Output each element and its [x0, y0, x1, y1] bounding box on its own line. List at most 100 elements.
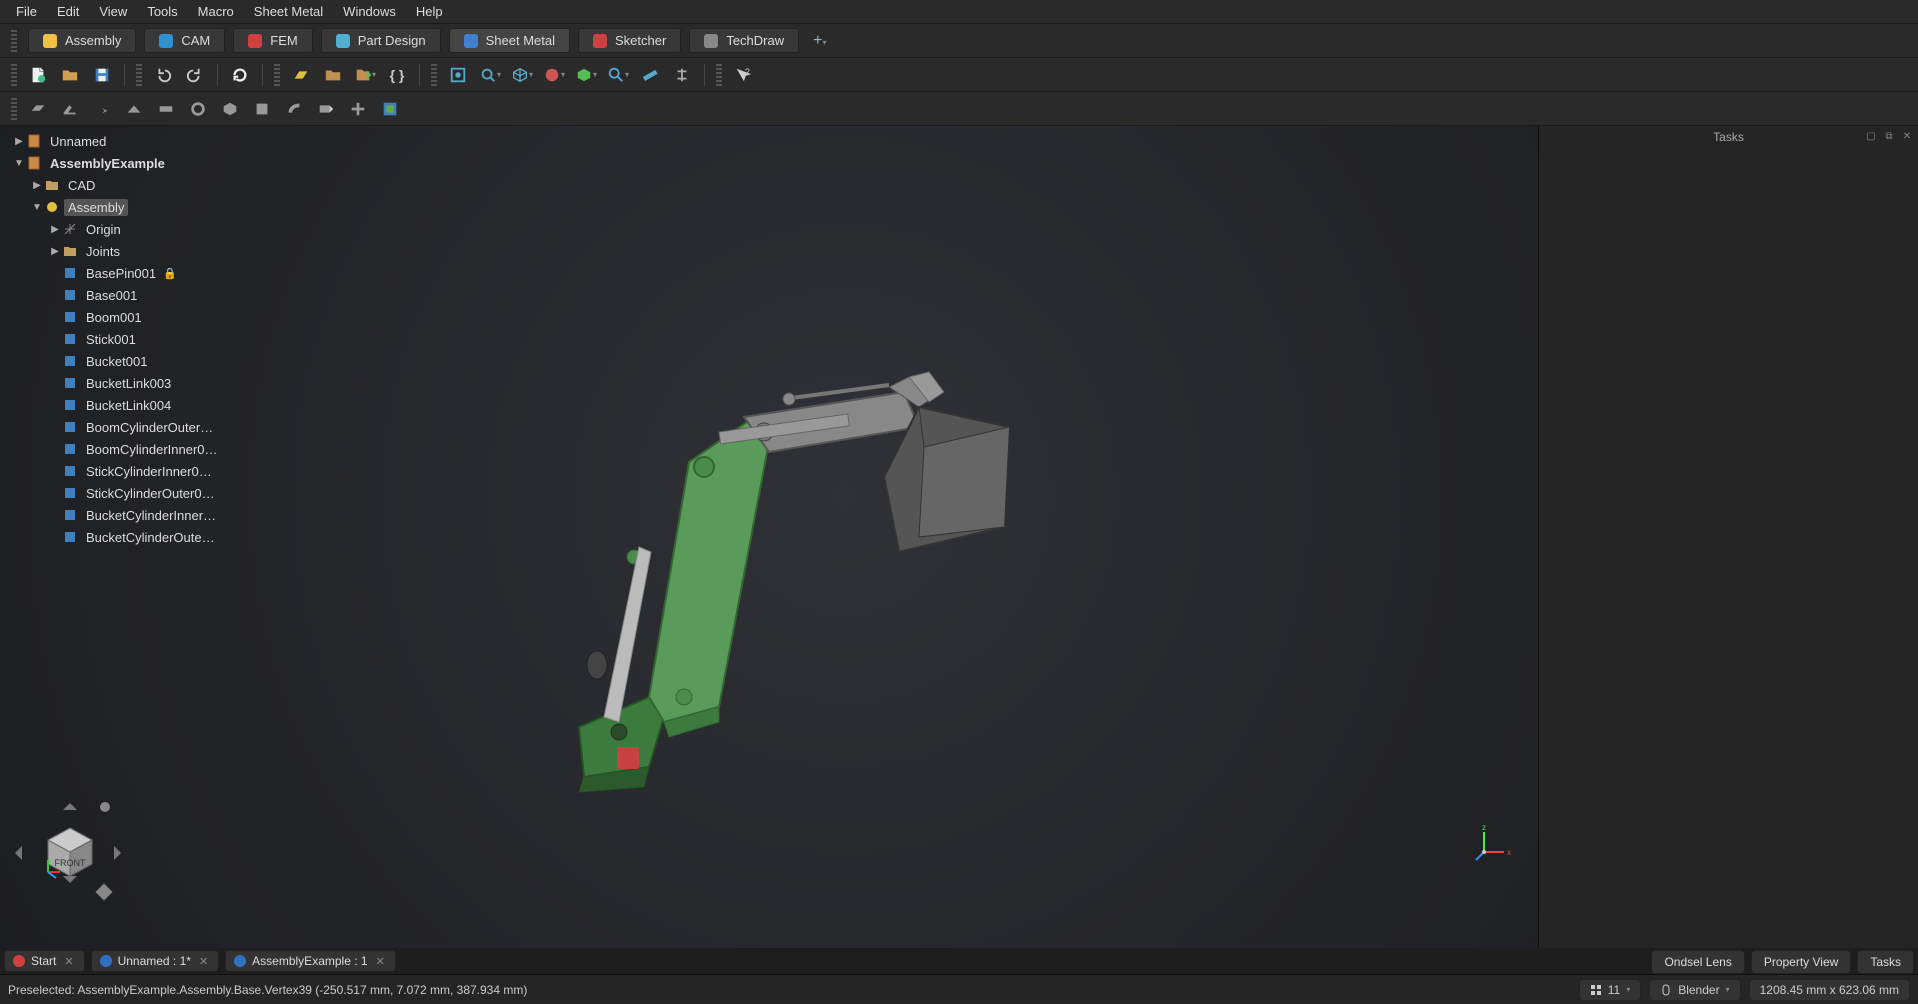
wb-sheetmetal[interactable]: Sheet Metal — [449, 28, 570, 53]
wb-sketcher[interactable]: Sketcher — [578, 28, 681, 53]
menu-file[interactable]: File — [6, 1, 47, 22]
expand-arrow[interactable]: ▶ — [48, 246, 62, 257]
make-base-button[interactable] — [24, 95, 52, 123]
extend-button[interactable] — [88, 95, 116, 123]
menu-tools[interactable]: Tools — [137, 1, 187, 22]
tree-item[interactable]: StickCylinderOuter0… — [4, 482, 274, 504]
tree-item[interactable]: BucketCylinderOute… — [4, 526, 274, 548]
grip-icon[interactable] — [431, 64, 437, 86]
sheetmetal-base-button[interactable] — [287, 61, 315, 89]
tree-item[interactable]: ▶ Joints — [4, 240, 274, 262]
close-icon[interactable]: ✕ — [197, 955, 210, 968]
measure-button[interactable] — [636, 61, 664, 89]
new-file-button[interactable] — [24, 61, 52, 89]
doc-tab[interactable]: Unnamed : 1* ✕ — [91, 950, 220, 972]
wb-partdesign[interactable]: Part Design — [321, 28, 441, 53]
expand-arrow[interactable]: ▼ — [12, 158, 26, 169]
close-icon[interactable]: ✕ — [62, 955, 75, 968]
refresh-button[interactable] — [226, 61, 254, 89]
menu-help[interactable]: Help — [406, 1, 453, 22]
tree-item[interactable]: ▶ Origin — [4, 218, 274, 240]
doc-tab[interactable]: AssemblyExample : 1 ✕ — [225, 950, 396, 972]
menu-edit[interactable]: Edit — [47, 1, 89, 22]
tree-item[interactable]: BoomCylinderOuter… — [4, 416, 274, 438]
draw-style-button[interactable]: ▾ — [540, 61, 568, 89]
grip-icon[interactable] — [136, 64, 142, 86]
zoom-button[interactable]: ▾ — [604, 61, 632, 89]
tree-item[interactable]: ▼ Assembly — [4, 196, 274, 218]
appearance-button[interactable]: ▾ — [572, 61, 600, 89]
expand-arrow[interactable]: ▶ — [48, 224, 62, 235]
make-wall-button[interactable] — [56, 95, 84, 123]
toggle-clip-button[interactable] — [668, 61, 696, 89]
save-file-button[interactable] — [88, 61, 116, 89]
tree-item[interactable]: Bucket001 — [4, 350, 274, 372]
tree-item[interactable]: Stick001 — [4, 328, 274, 350]
add-workbench-button[interactable]: +▾ — [807, 32, 832, 50]
forming-button[interactable] — [376, 95, 404, 123]
3d-viewport[interactable]: ▶ Unnamed ▼ AssemblyExample ▶ CAD ▼ Asse… — [0, 126, 1538, 948]
fit-all-button[interactable] — [444, 61, 472, 89]
unfold-button[interactable] — [152, 95, 180, 123]
nav-cube[interactable]: FRONT — [8, 796, 128, 906]
iso-view-button[interactable]: ▾ — [508, 61, 536, 89]
status-count-chip[interactable]: 11 ▾ — [1579, 979, 1641, 1001]
wb-assembly[interactable]: Assembly — [28, 28, 136, 53]
folder-button[interactable] — [319, 61, 347, 89]
tree-item[interactable]: ▶ CAD — [4, 174, 274, 196]
solid-corner-button[interactable] — [216, 95, 244, 123]
tree-item[interactable]: BasePin001🔒 — [4, 262, 274, 284]
menu-view[interactable]: View — [89, 1, 137, 22]
nav-up-arrow[interactable] — [63, 796, 77, 810]
fold-button[interactable] — [120, 95, 148, 123]
tab-property-view[interactable]: Property View — [1751, 950, 1851, 974]
status-dims-chip[interactable]: 1208.45 mm x 623.06 mm — [1749, 979, 1910, 1001]
tree-item[interactable]: BucketCylinderInner… — [4, 504, 274, 526]
bend-button[interactable] — [280, 95, 308, 123]
panel-close-icon[interactable]: ✕ — [1900, 129, 1914, 143]
grip-icon[interactable] — [274, 64, 280, 86]
nav-persp-icon[interactable] — [100, 802, 110, 812]
tree-item[interactable]: ▶ Unnamed — [4, 130, 274, 152]
open-file-button[interactable] — [56, 61, 84, 89]
tab-tasks[interactable]: Tasks — [1857, 950, 1914, 974]
tree-item[interactable]: ▼ AssemblyExample — [4, 152, 274, 174]
corner-relief-button[interactable] — [184, 95, 212, 123]
grip-icon[interactable] — [716, 64, 722, 86]
whatsthis-button[interactable]: ? — [729, 61, 757, 89]
undo-button[interactable] — [149, 61, 177, 89]
expand-arrow[interactable]: ▼ — [30, 202, 44, 213]
expand-arrow[interactable]: ▶ — [30, 180, 44, 191]
doc-tab[interactable]: Start ✕ — [4, 950, 85, 972]
nav-left-arrow[interactable] — [8, 846, 22, 860]
junction-button[interactable] — [248, 95, 276, 123]
export-button[interactable]: ▾ — [351, 61, 379, 89]
grip-icon[interactable] — [11, 64, 17, 86]
tree-item[interactable]: Base001 — [4, 284, 274, 306]
nav-corner-icon[interactable] — [96, 884, 113, 901]
panel-float-icon[interactable]: ⧉ — [1882, 129, 1896, 143]
nav-down-arrow[interactable] — [63, 876, 77, 890]
tree-item[interactable]: BucketLink004 — [4, 394, 274, 416]
tree-item[interactable]: BucketLink003 — [4, 372, 274, 394]
grip-icon[interactable] — [11, 30, 17, 52]
panel-min-icon[interactable]: ▢ — [1864, 129, 1878, 143]
tab-ondsel-lens[interactable]: Ondsel Lens — [1651, 950, 1744, 974]
grip-icon[interactable] — [11, 98, 17, 120]
tree-item[interactable]: BoomCylinderInner0… — [4, 438, 274, 460]
flatten-button[interactable] — [344, 95, 372, 123]
tree-item[interactable]: StickCylinderInner0… — [4, 460, 274, 482]
status-navstyle-chip[interactable]: Blender ▾ — [1649, 979, 1740, 1001]
braces-button[interactable]: { } — [383, 61, 411, 89]
menu-windows[interactable]: Windows — [333, 1, 406, 22]
nav-right-arrow[interactable] — [114, 846, 128, 860]
expand-arrow[interactable]: ▶ — [12, 136, 26, 147]
redo-button[interactable] — [181, 61, 209, 89]
menu-sheetmetal[interactable]: Sheet Metal — [244, 1, 333, 22]
fit-selection-button[interactable]: ▾ — [476, 61, 504, 89]
menu-macro[interactable]: Macro — [188, 1, 244, 22]
wb-techdraw[interactable]: TechDraw — [689, 28, 799, 53]
tree-item[interactable]: Boom001 — [4, 306, 274, 328]
wb-cam[interactable]: CAM — [144, 28, 225, 53]
wb-fem[interactable]: FEM — [233, 28, 312, 53]
